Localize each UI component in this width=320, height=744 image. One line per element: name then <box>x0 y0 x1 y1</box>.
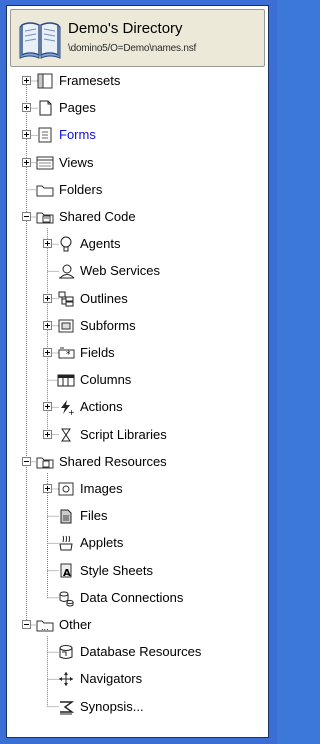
expand-icon[interactable] <box>43 293 52 303</box>
tree-item-label: Files <box>80 508 108 524</box>
svg-text:*: * <box>66 350 71 360</box>
shared-code-icon <box>36 212 54 224</box>
design-tree: Framesets Pages Forms Views Folders Shared Co… <box>7 69 268 729</box>
page-icon <box>39 100 52 116</box>
tree-item-label: Views <box>59 154 94 170</box>
tree-item-label: Script Libraries <box>80 426 167 442</box>
web-services-icon <box>59 264 75 279</box>
tree-item-label: Database Resources <box>80 644 202 660</box>
tree-item-label: Agents <box>80 236 121 252</box>
style-sheet-icon: A <box>60 563 72 579</box>
tree-item-database-resources[interactable]: Database Resources <box>7 640 268 664</box>
expand-icon[interactable] <box>22 130 31 140</box>
view-icon <box>36 156 54 170</box>
file-icon <box>60 509 72 524</box>
image-icon <box>58 482 74 496</box>
tree-item-images[interactable]: Images <box>7 477 268 501</box>
expand-icon[interactable] <box>22 76 31 85</box>
expand-icon[interactable] <box>22 103 31 113</box>
collapse-icon[interactable] <box>22 212 31 221</box>
expand-icon[interactable] <box>43 348 52 357</box>
other-icon: ... <box>36 620 54 632</box>
database-resource-icon <box>59 645 73 660</box>
tree-item-label: Other <box>59 617 92 632</box>
action-icon: + <box>61 400 75 416</box>
tree-item-fields[interactable]: * Fields <box>7 341 268 365</box>
tree-item-label: Data Connections <box>80 589 184 605</box>
shared-resources-icon <box>36 457 54 469</box>
tree-item-label: Web Services <box>80 263 160 279</box>
subform-icon <box>58 319 74 333</box>
tree-item-label: Fields <box>80 345 115 360</box>
outline-icon <box>58 291 74 307</box>
tree-item-label: Folders <box>59 181 103 197</box>
tree-item-data-connections[interactable]: Data Connections <box>7 586 268 610</box>
tree-item-script-libraries[interactable]: Script Libraries <box>7 423 268 447</box>
tree-item-applets[interactable]: Applets <box>7 531 268 555</box>
field-icon: * <box>58 347 75 360</box>
tree-item-outlines[interactable]: Outlines <box>7 287 268 311</box>
tree-item-forms[interactable]: Forms <box>7 123 268 147</box>
tree-item-label: Subforms <box>80 317 136 333</box>
svg-text:A: A <box>63 568 71 579</box>
tree-item-label: Applets <box>80 535 124 551</box>
tree-item-agents[interactable]: Agents <box>7 232 268 256</box>
svg-text:...: ... <box>41 623 49 632</box>
tree-item-label: Columns <box>80 372 132 388</box>
tree-item-synopsis[interactable]: Synopsis... <box>7 695 268 719</box>
tree-item-framesets[interactable]: Framesets <box>7 69 268 93</box>
database-book-icon <box>19 22 61 59</box>
agent-icon <box>60 236 72 252</box>
folder-icon <box>36 185 54 197</box>
database-title: Demo's Directory <box>68 20 183 37</box>
tree-item-style-sheets[interactable]: A Style Sheets <box>7 559 268 583</box>
tree-item-navigators[interactable]: Navigators <box>7 667 268 691</box>
form-icon <box>38 127 52 143</box>
design-panel: Demo's Directory \domino5/O=Demo\names.n… <box>6 5 269 738</box>
tree-item-shared-code[interactable]: Shared Code <box>7 205 268 229</box>
collapse-icon[interactable] <box>22 456 31 466</box>
synopsis-icon <box>60 700 75 715</box>
tree-item-files[interactable]: Files <box>7 504 268 528</box>
tree-item-web-services[interactable]: Web Services <box>7 259 268 283</box>
tree-item-label: Style Sheets <box>80 562 153 578</box>
expand-icon[interactable] <box>43 320 52 330</box>
data-connection-icon <box>59 591 74 607</box>
expand-icon[interactable] <box>22 157 31 167</box>
tree-item-label: Actions <box>80 399 123 415</box>
tree-item-label: Shared Code <box>59 209 136 224</box>
tree-item-views[interactable]: Views <box>7 151 268 175</box>
tree-item-other[interactable]: ... Other <box>7 613 268 637</box>
tree-item-shared-resources[interactable]: Shared Resources <box>7 450 268 474</box>
tree-item-label: Forms <box>59 127 96 143</box>
collapse-icon[interactable] <box>22 620 31 629</box>
tree-item-label: Navigators <box>80 671 143 687</box>
tree-item-label: Images <box>80 481 123 496</box>
window-frame: Demo's Directory \domino5/O=Demo\names.n… <box>0 0 277 744</box>
tree-item-label: Shared Resources <box>59 453 167 469</box>
script-library-icon <box>61 428 71 442</box>
frameset-icon <box>37 73 53 89</box>
tree-item-subforms[interactable]: Subforms <box>7 314 268 338</box>
tree-item-label: Synopsis... <box>80 698 144 714</box>
column-icon <box>57 374 75 387</box>
applet-icon <box>59 536 73 551</box>
expand-icon[interactable] <box>43 429 52 439</box>
tree-item-label: Pages <box>59 100 96 116</box>
tree-item-label: Outlines <box>80 290 128 306</box>
svg-text:+: + <box>68 408 75 416</box>
database-header[interactable]: Demo's Directory \domino5/O=Demo\names.n… <box>10 9 265 67</box>
tree-item-label: Framesets <box>59 73 121 88</box>
database-path: \domino5/O=Demo\names.nsf <box>68 43 197 54</box>
tree-item-actions[interactable]: + Actions <box>7 395 268 419</box>
tree-item-folders[interactable]: Folders <box>7 178 268 202</box>
tree-item-columns[interactable]: Columns <box>7 368 268 392</box>
tree-item-pages[interactable]: Pages <box>7 96 268 120</box>
navigator-icon <box>59 672 73 687</box>
expand-icon[interactable] <box>43 402 52 412</box>
expand-icon[interactable] <box>43 239 52 249</box>
expand-icon[interactable] <box>43 484 52 493</box>
